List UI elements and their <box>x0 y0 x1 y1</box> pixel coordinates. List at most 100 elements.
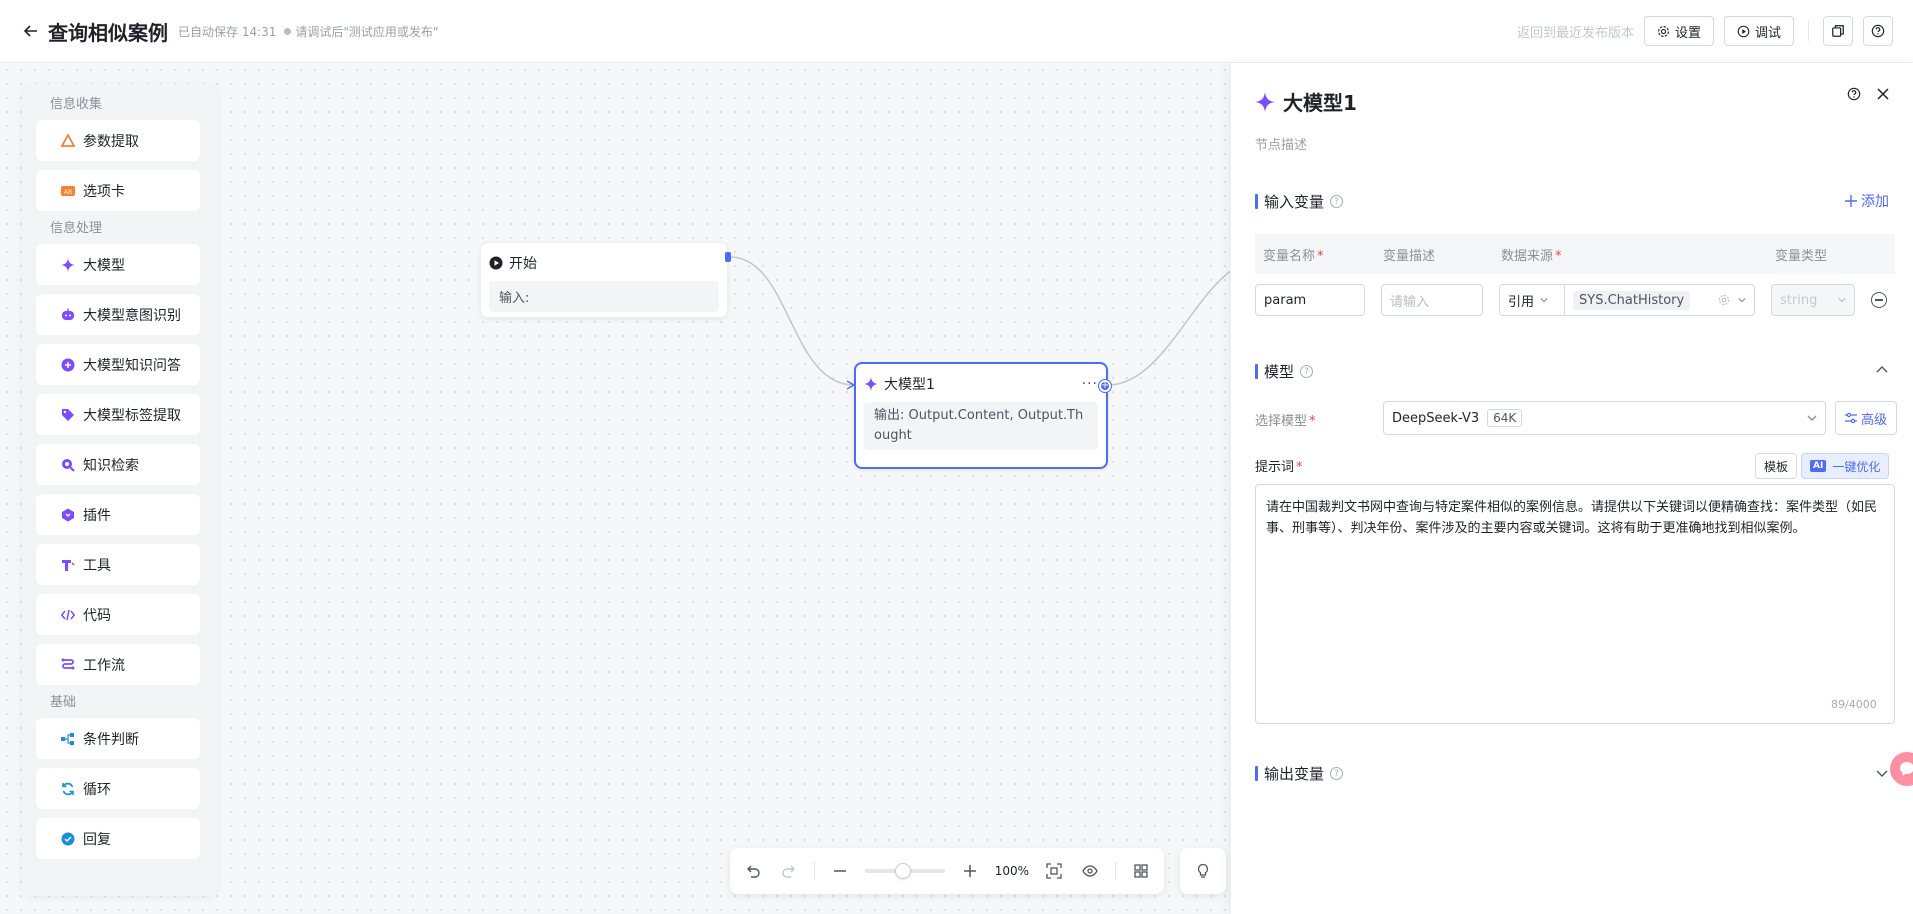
plugin-icon <box>61 508 75 522</box>
start-node-input: 输入: <box>489 281 719 312</box>
section-accent-bar <box>1255 194 1258 209</box>
plus-icon <box>1845 195 1857 207</box>
section-accent-bar <box>1255 766 1258 781</box>
required-mark: * <box>1317 248 1324 264</box>
help-icon[interactable]: ? <box>1330 767 1344 780</box>
palette-item-condition[interactable]: 条件判断 <box>36 718 200 759</box>
node-description-field[interactable]: 节点描述 <box>1255 134 1307 153</box>
option-card-icon: AB <box>61 184 75 198</box>
node-config-panel: 大模型1 节点描述 输入变量 ? 添加 变量名称 * 变量描述 数据来源 * 变量类… <box>1230 63 1913 914</box>
eye-icon[interactable] <box>1079 860 1101 882</box>
var-type-select[interactable]: string <box>1771 284 1855 316</box>
var-name-input[interactable]: param <box>1255 284 1365 316</box>
play-icon <box>1737 25 1750 37</box>
palette-item-plugin[interactable]: 插件 <box>36 494 200 535</box>
zoom-slider[interactable] <box>864 863 945 879</box>
condition-icon <box>61 732 75 746</box>
llm-sparkle-icon <box>864 377 878 391</box>
palette-item-reply[interactable]: 回复 <box>36 818 200 859</box>
tips-button[interactable] <box>1180 848 1226 894</box>
loop-icon <box>61 782 75 796</box>
required-mark: * <box>1555 248 1562 264</box>
chevron-up-icon[interactable] <box>1875 363 1889 377</box>
llm-node[interactable]: 大模型1 ··· 输出: Output.Content, Output.Thou… <box>854 362 1108 469</box>
play-circle-icon <box>489 256 503 270</box>
header-divider <box>1808 21 1809 41</box>
chevron-down-icon <box>1807 415 1817 421</box>
help-icon[interactable] <box>1847 87 1861 105</box>
palette-item-option-card[interactable]: AB 选项卡 <box>36 170 200 211</box>
sliders-icon <box>1844 412 1857 424</box>
help-button[interactable] <box>1863 16 1893 46</box>
one-click-optimize-button[interactable]: AI 一键优化 <box>1801 453 1890 479</box>
llm-node-output: 输出: Output.Content, Output.Thought <box>864 402 1098 450</box>
remove-variable-icon[interactable] <box>1871 292 1887 308</box>
start-node-output-port[interactable] <box>725 252 731 262</box>
data-source-value-select[interactable]: SYS.ChatHistory <box>1565 284 1755 316</box>
fit-view-icon[interactable] <box>1043 860 1065 882</box>
code-icon <box>61 608 75 622</box>
add-next-node-port[interactable]: + <box>1099 380 1111 392</box>
input-vars-table: 变量名称 * 变量描述 数据来源 * 变量类型 param 请输入 引用 SYS.C… <box>1255 234 1895 344</box>
intent-bot-icon <box>61 308 75 322</box>
revert-version-link[interactable]: 返回到最近发布版本 <box>1517 22 1634 41</box>
zoom-level: 100% <box>994 864 1030 878</box>
palette-item-tag-extract[interactable]: 大模型标签提取 <box>36 394 200 435</box>
add-variable-button[interactable]: 添加 <box>1845 191 1889 211</box>
more-options-icon[interactable]: ··· <box>1082 376 1098 392</box>
var-desc-input[interactable]: 请输入 <box>1381 284 1483 316</box>
knowledge-qa-icon <box>61 358 75 372</box>
palette-item-param-extract[interactable]: 参数提取 <box>36 120 200 161</box>
chevron-down-icon <box>1540 298 1548 303</box>
llm-sparkle-icon <box>1255 91 1275 112</box>
help-icon[interactable]: ? <box>1330 195 1344 208</box>
help-icon[interactable]: ? <box>1300 365 1314 378</box>
chevron-down-icon[interactable] <box>1875 766 1889 780</box>
param-extract-icon <box>61 133 75 148</box>
redo-icon[interactable] <box>778 860 800 882</box>
zoom-in-icon[interactable] <box>959 860 981 882</box>
template-button[interactable]: 模板 <box>1755 453 1798 479</box>
start-node[interactable]: 开始 输入: <box>480 242 728 318</box>
copy-button[interactable] <box>1823 16 1853 46</box>
table-row: param 请输入 引用 SYS.ChatHistory string <box>1255 274 1895 326</box>
palette-item-loop[interactable]: 循环 <box>36 768 200 809</box>
model-select[interactable]: DeepSeek-V3 64K <box>1383 401 1826 435</box>
source-tag: SYS.ChatHistory <box>1573 290 1691 310</box>
palette-item-code[interactable]: 代码 <box>36 594 200 635</box>
tag-icon <box>61 408 75 422</box>
model-select-label: 选择模型 * <box>1255 414 1316 429</box>
palette-item-tool[interactable]: 工具 <box>36 544 200 585</box>
grid-layout-icon[interactable] <box>1130 860 1152 882</box>
debug-button[interactable]: 调试 <box>1723 16 1794 46</box>
chevron-down-icon <box>1738 298 1746 303</box>
palette-item-llm[interactable]: 大模型 <box>36 244 200 285</box>
ai-badge-icon: AI <box>1810 460 1827 472</box>
zoom-slider-handle[interactable] <box>894 863 911 879</box>
palette-item-intent[interactable]: 大模型意图识别 <box>36 294 200 335</box>
chevron-down-icon <box>1838 298 1846 303</box>
gear-icon[interactable] <box>1718 294 1730 306</box>
node-palette: 信息收集 参数提取 AB 选项卡 信息处理 大模型 大模型意图识别 大模型知识问… <box>22 84 218 896</box>
settings-button[interactable]: 设置 <box>1643 16 1714 46</box>
input-vars-section-title: 输入变量 ? <box>1255 191 1344 212</box>
zoom-out-icon[interactable] <box>829 860 851 882</box>
start-node-title: 开始 <box>509 256 537 272</box>
llm-sparkle-icon <box>61 257 75 272</box>
gear-icon <box>1658 25 1669 37</box>
advanced-settings-button[interactable]: 高级 <box>1835 401 1897 435</box>
palette-item-knowledge-search[interactable]: 知识检索 <box>36 444 200 485</box>
data-source-mode-select[interactable]: 引用 <box>1499 284 1565 316</box>
palette-item-knowledge-qa[interactable]: 大模型知识问答 <box>36 344 200 385</box>
palette-item-workflow[interactable]: 工作流 <box>36 644 200 685</box>
undo-icon[interactable] <box>742 860 764 882</box>
search-icon <box>61 458 75 472</box>
required-mark: * <box>1309 414 1316 429</box>
help-icon <box>1871 24 1885 38</box>
prompt-textarea[interactable]: 请在中国裁判文书网中查询与特定案件相似的案例信息。请提供以下关键词以便精确查找：… <box>1255 484 1895 724</box>
copy-icon <box>1832 25 1844 37</box>
toolbar-divider <box>1115 862 1117 880</box>
workflow-icon <box>61 658 75 672</box>
svg-text:AB: AB <box>64 189 72 196</box>
close-icon[interactable] <box>1877 88 1889 104</box>
